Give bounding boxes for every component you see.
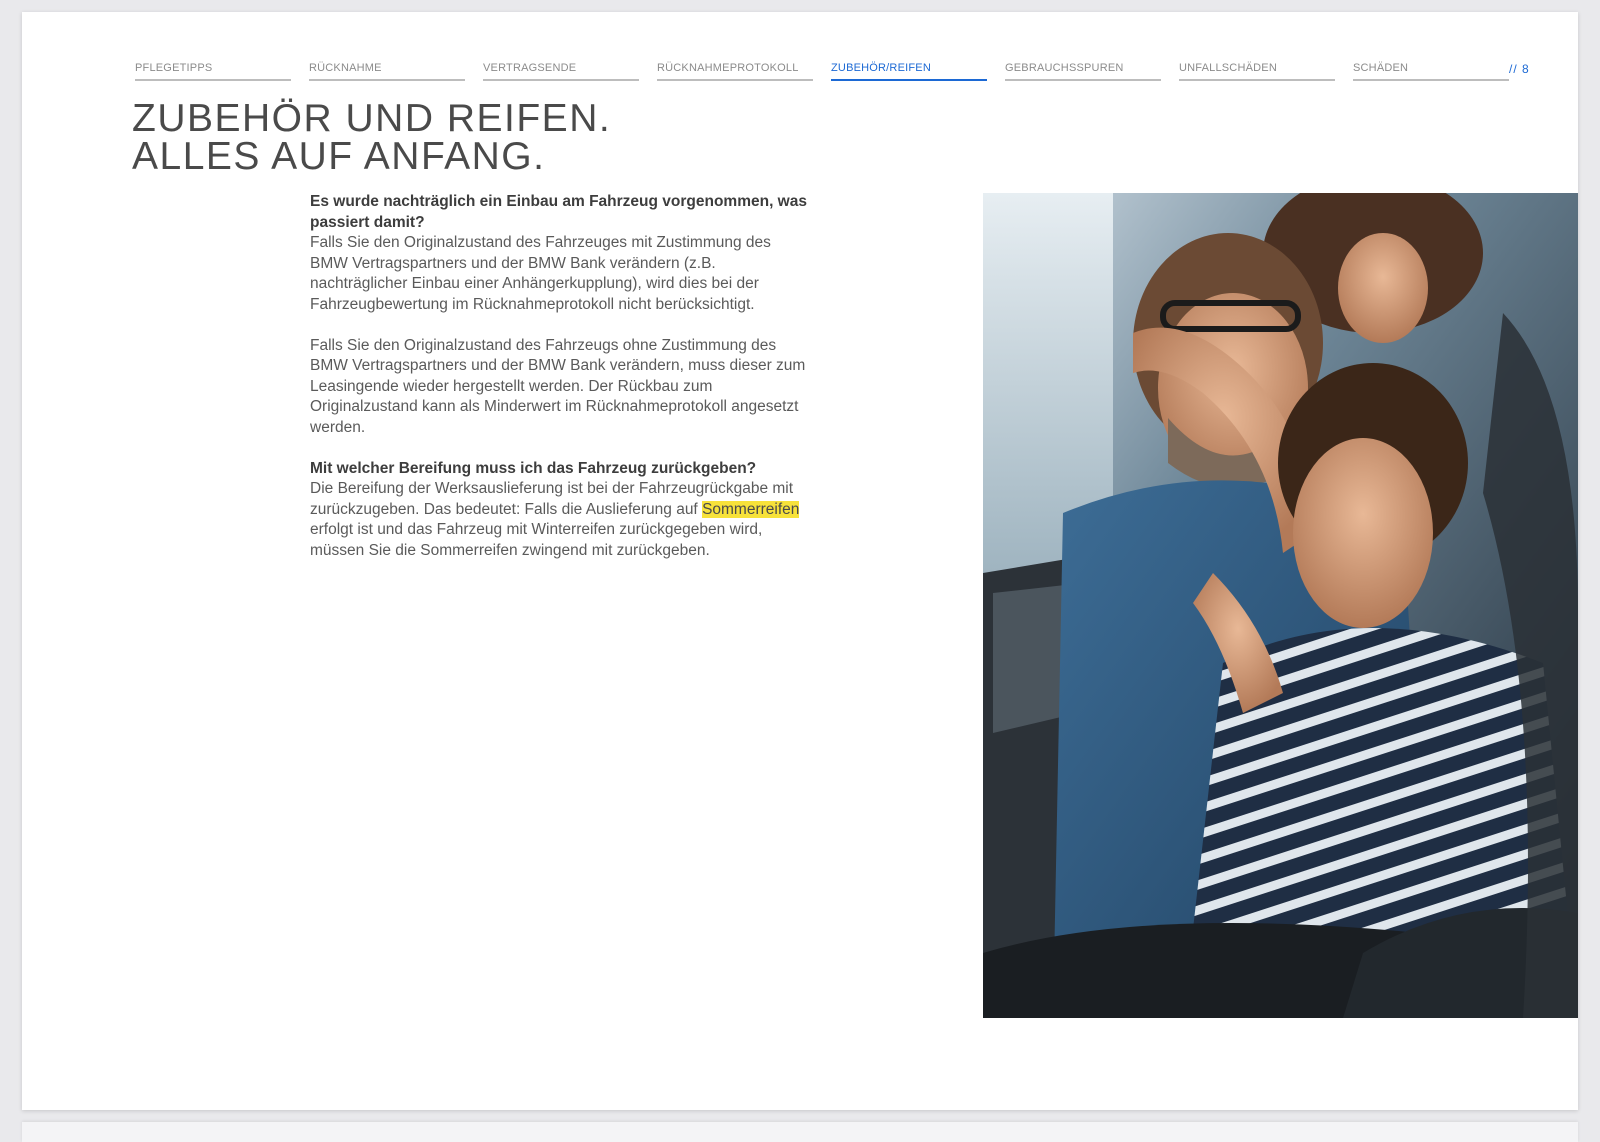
question-1-paragraph-2: Falls Sie den Originalzustand des Fahrze… bbox=[310, 336, 806, 436]
next-page-edge bbox=[22, 1122, 1578, 1142]
nav-item-ruecknahmeprotokoll[interactable]: RÜCKNAHMEPROTOKOLL bbox=[657, 62, 813, 81]
question-2-heading: Mit welcher Bereifung muss ich das Fahrz… bbox=[310, 459, 757, 477]
page-number: // 8 bbox=[1509, 62, 1530, 76]
paragraph-text-after: erfolgt ist und das Fahrzeug mit Winterr… bbox=[310, 521, 763, 559]
question-1-heading: Es wurde nachträglich ein Einbau am Fahr… bbox=[310, 193, 807, 231]
nav-item-zubehoer-reifen[interactable]: ZUBEHÖR/REIFEN bbox=[831, 62, 987, 81]
question-2-paragraph: Die Bereifung der Werksauslieferung ist … bbox=[310, 479, 810, 561]
page-title: ZUBEHÖR UND REIFEN. ALLES AUF ANFANG. bbox=[132, 97, 612, 178]
section-nav: PFLEGETIPPS RÜCKNAHME VERTRAGSENDE RÜCKN… bbox=[135, 62, 1527, 81]
document-page: PFLEGETIPPS RÜCKNAHME VERTRAGSENDE RÜCKN… bbox=[22, 12, 1578, 1110]
page-title-line-1: ZUBEHÖR UND REIFEN. bbox=[132, 97, 612, 140]
nav-item-schaeden[interactable]: SCHÄDEN bbox=[1353, 62, 1509, 81]
nav-item-gebrauchsspuren[interactable]: GEBRAUCHSSPUREN bbox=[1005, 62, 1161, 81]
nav-item-ruecknahme[interactable]: RÜCKNAHME bbox=[309, 62, 465, 81]
body-text: Es wurde nachträglich ein Einbau am Fahr… bbox=[310, 192, 810, 582]
highlighted-word[interactable]: Sommerreifen bbox=[702, 500, 800, 518]
nav-item-vertragsende[interactable]: VERTRAGSENDE bbox=[483, 62, 639, 81]
family-car-photo bbox=[983, 193, 1578, 1018]
page-title-line-2: ALLES AUF ANFANG. bbox=[132, 135, 546, 178]
question-1-paragraph-1: Falls Sie den Originalzustand des Fahrze… bbox=[310, 234, 771, 313]
nav-item-pflegetipps[interactable]: PFLEGETIPPS bbox=[135, 62, 291, 81]
nav-item-unfallschaeden[interactable]: UNFALLSCHÄDEN bbox=[1179, 62, 1335, 81]
